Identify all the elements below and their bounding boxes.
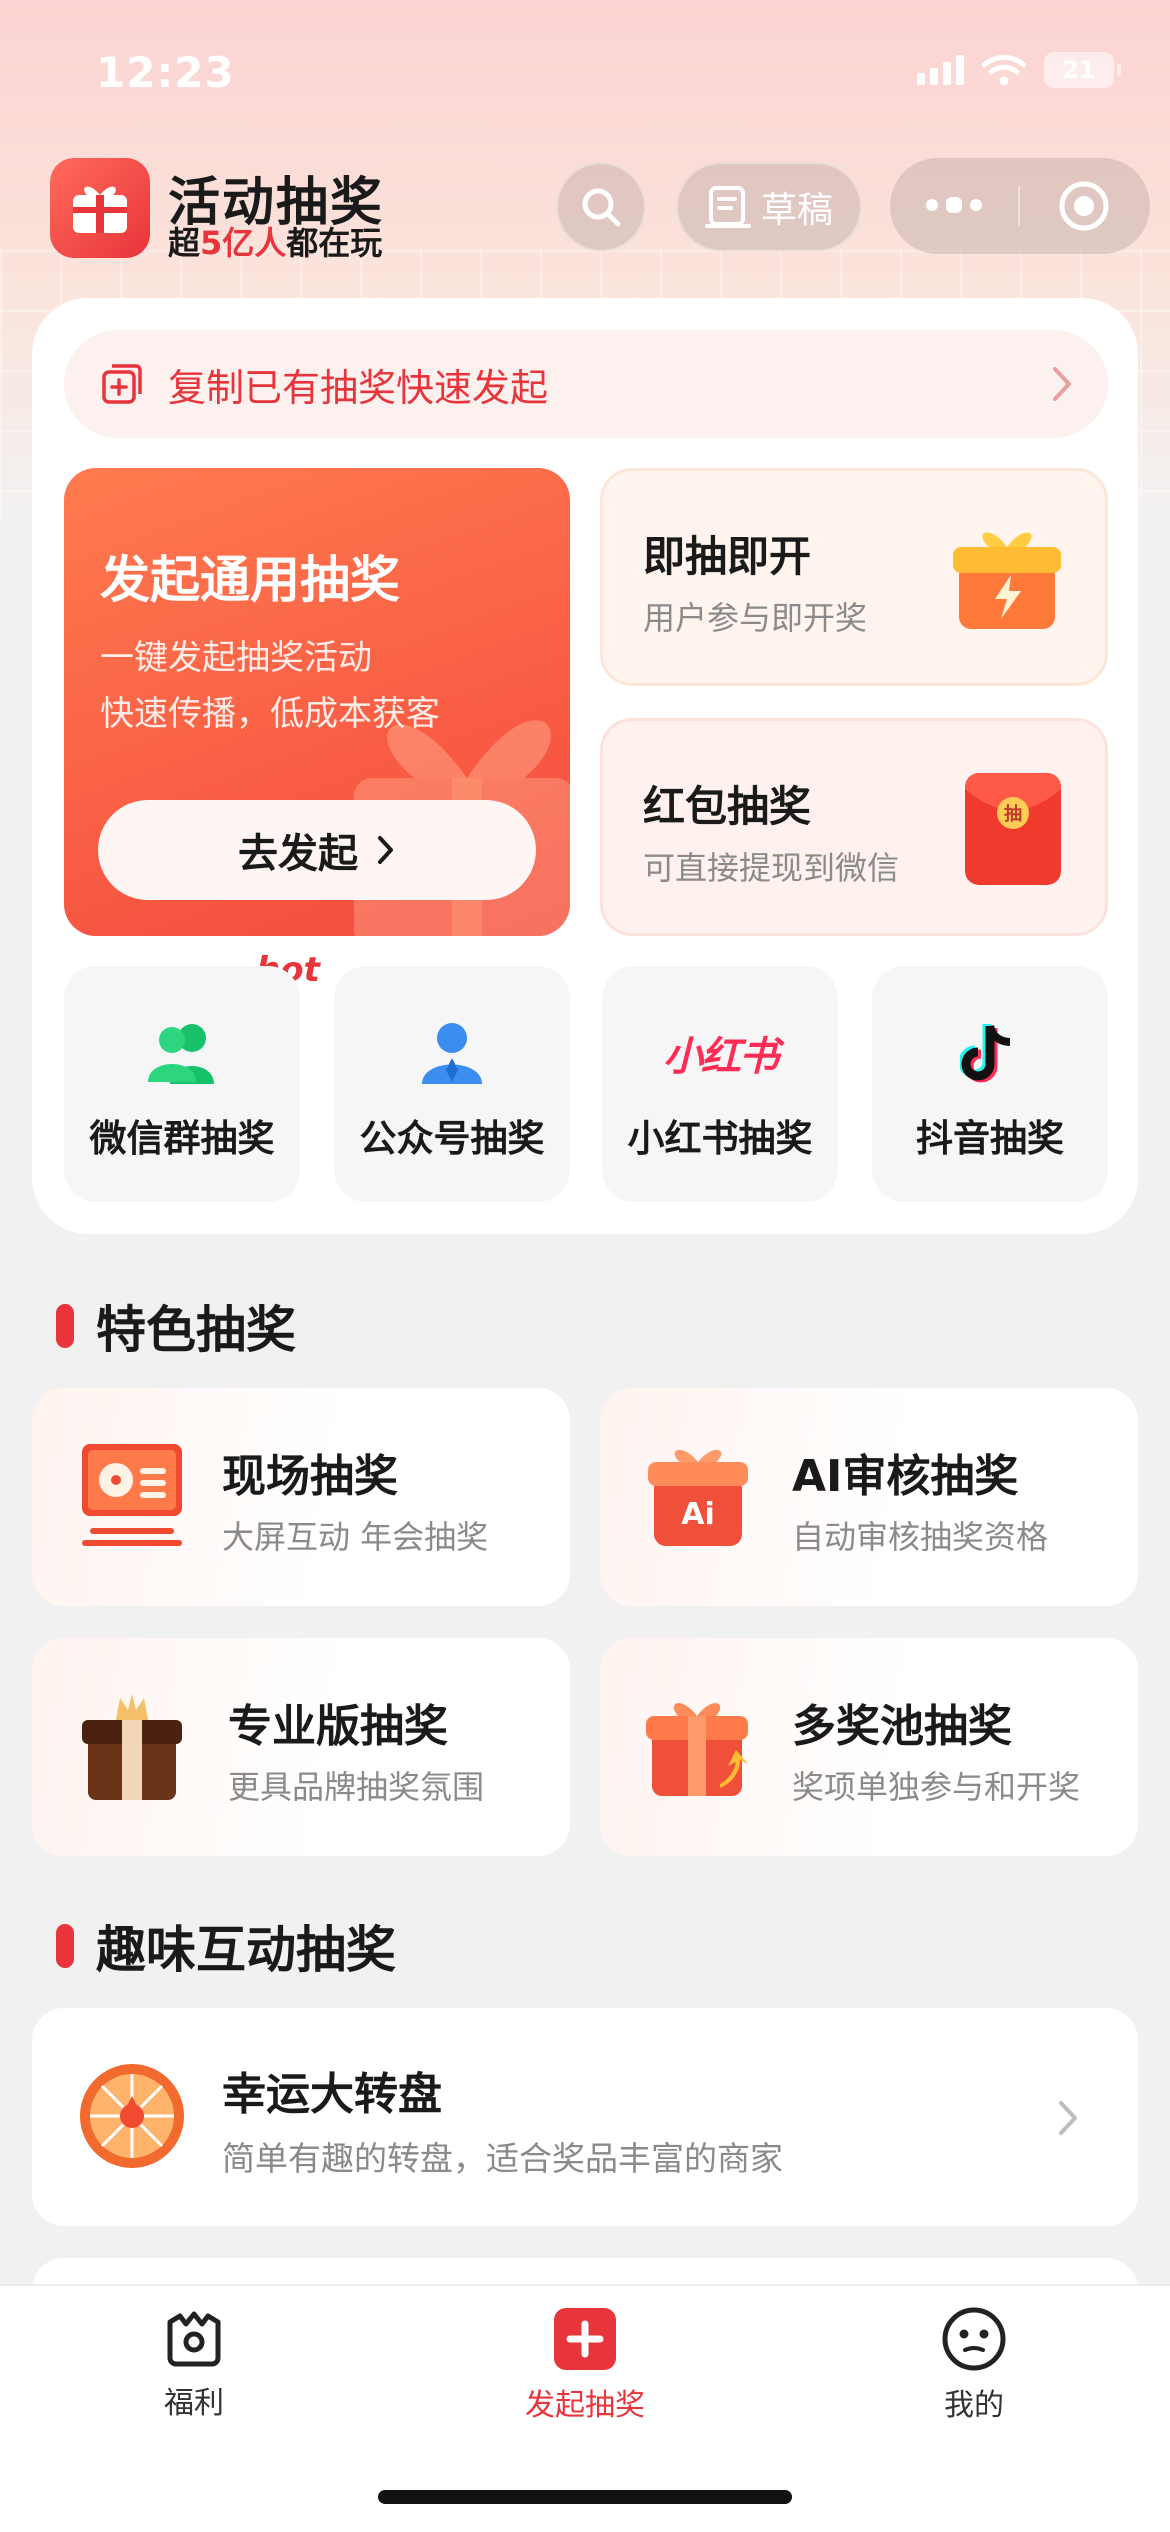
pro-gift-icon <box>82 1694 182 1800</box>
onsite-lottery-card[interactable]: 现场抽奖 大屏互动 年会抽奖 <box>32 1388 570 1606</box>
xiaohongshu-lottery-tile[interactable]: 小红书 小红书抽奖 <box>602 966 838 1202</box>
red-packet-title: 红包抽奖 <box>643 782 812 831</box>
app-logo-icon <box>50 158 150 258</box>
red-envelope-icon: 抽 <box>965 773 1061 885</box>
svg-text:Ai: Ai <box>681 1497 715 1532</box>
xiaohongshu-logo-icon: 小红书 <box>663 1034 779 1080</box>
douyin-lottery-tile[interactable]: 抖音抽奖 <box>872 966 1108 1202</box>
tab-welfare[interactable]: 福利 <box>94 2306 294 2422</box>
multi-pool-lottery-subtitle: 奖项单独参与和开奖 <box>792 1768 1081 1806</box>
multi-pool-lottery-card[interactable]: 多奖池抽奖 奖项单独参与和开奖 <box>600 1638 1138 1856</box>
plus-square-icon <box>554 2308 616 2370</box>
more-menu-icon[interactable] <box>890 197 1018 213</box>
wechat-group-label: 微信群抽奖 <box>89 1117 275 1160</box>
multi-gift-icon <box>646 1703 748 1796</box>
mini-program-capsule <box>890 158 1150 254</box>
douyin-label: 抖音抽奖 <box>916 1117 1064 1160</box>
copy-bar-text: 复制已有抽奖快速发起 <box>168 365 549 410</box>
brand-subtitle: 超5亿人都在玩 <box>168 224 383 262</box>
official-account-icon <box>422 1023 482 1084</box>
status-icons: 21 <box>917 52 1121 88</box>
chevron-right-icon <box>378 836 393 864</box>
battery-icon: 21 <box>1044 52 1121 88</box>
pro-lottery-subtitle: 更具品牌抽奖氛围 <box>228 1768 485 1806</box>
start-lottery-button[interactable]: 去发起 <box>98 800 536 900</box>
wechat-group-lottery-tile[interactable]: 微信群抽奖 <box>64 966 300 1202</box>
general-card-desc-2: 快速传播，低成本获客 <box>100 694 440 734</box>
red-packet-card[interactable]: 红包抽奖 可直接提现到微信 抽 <box>600 718 1108 936</box>
chevron-right-icon <box>1053 367 1071 401</box>
ai-review-lottery-title: AI审核抽奖 <box>792 1451 1019 1502</box>
copy-existing-lottery-bar[interactable]: 复制已有抽奖快速发起 <box>64 330 1108 438</box>
general-lottery-card[interactable]: 发起通用抽奖 一键发起抽奖活动 快速传播，低成本获客 去发起 <box>64 468 570 936</box>
official-account-label: 公众号抽奖 <box>359 1117 545 1160</box>
chevron-right-icon <box>1059 2101 1077 2135</box>
lucky-wheel-card[interactable]: 幸运大转盘 简单有趣的转盘，适合奖品丰富的商家 <box>32 2008 1138 2226</box>
search-button[interactable] <box>556 162 646 252</box>
multi-pool-lottery-title: 多奖池抽奖 <box>792 1701 1012 1752</box>
status-time: 12:23 <box>96 48 235 97</box>
lucky-wheel-subtitle: 简单有趣的转盘，适合奖品丰富的商家 <box>222 2139 783 2178</box>
douyin-logo-icon <box>960 1024 1011 1083</box>
section-marker <box>56 1924 74 1968</box>
pro-lottery-card[interactable]: 专业版抽奖 更具品牌抽奖氛围 <box>32 1638 570 1856</box>
general-card-title: 发起通用抽奖 <box>100 551 400 609</box>
gift-bag-icon <box>167 2311 221 2367</box>
copy-icon <box>102 364 142 404</box>
fun-section-title: 趣味互动抽奖 <box>96 1921 396 1979</box>
svg-text:抽: 抽 <box>1004 803 1022 825</box>
draft-button[interactable]: 草稿 <box>676 162 862 252</box>
tab-welfare-label: 福利 <box>164 2386 224 2421</box>
red-packet-subtitle: 可直接提现到微信 <box>643 849 900 887</box>
lucky-wheel-title: 幸运大转盘 <box>222 2069 442 2120</box>
smiley-face-icon <box>942 2307 1006 2371</box>
ai-gift-icon: Ai <box>648 1449 748 1546</box>
big-screen-icon <box>82 1444 182 1546</box>
home-indicator <box>378 2490 792 2504</box>
ai-review-lottery-subtitle: 自动审核抽奖资格 <box>792 1518 1049 1556</box>
tab-mine[interactable]: 我的 <box>874 2306 1074 2424</box>
xiaohongshu-label: 小红书抽奖 <box>627 1117 813 1160</box>
tab-start-lottery[interactable]: 发起抽奖 <box>485 2306 685 2424</box>
instant-draw-card[interactable]: 即抽即开 用户参与即开奖 <box>600 468 1108 686</box>
onsite-lottery-title: 现场抽奖 <box>222 1451 398 1502</box>
section-marker <box>56 1304 74 1348</box>
onsite-lottery-subtitle: 大屏互动 年会抽奖 <box>222 1518 489 1556</box>
close-program-icon[interactable] <box>1020 179 1148 233</box>
ai-review-lottery-card[interactable]: Ai AI审核抽奖 自动审核抽奖资格 <box>600 1388 1138 1606</box>
search-icon <box>582 188 621 227</box>
fun-section-heading: 趣味互动抽奖 <box>56 1910 396 1982</box>
brand-subtitle-highlight: 5亿人 <box>200 224 287 262</box>
tab-start-lottery-label: 发起抽奖 <box>525 2388 645 2423</box>
official-account-lottery-tile[interactable]: 公众号抽奖 <box>334 966 570 1202</box>
draft-icon <box>704 186 751 228</box>
tab-mine-label: 我的 <box>944 2388 1004 2423</box>
start-lottery-label: 去发起 <box>238 831 358 877</box>
lucky-wheel-icon <box>80 2064 184 2168</box>
featured-section-title: 特色抽奖 <box>96 1301 296 1359</box>
lightning-gift-icon <box>953 532 1061 629</box>
wechat-group-icon <box>148 1024 214 1084</box>
draft-label: 草稿 <box>760 190 833 231</box>
instant-draw-title: 即抽即开 <box>643 532 812 581</box>
instant-draw-subtitle: 用户参与即开奖 <box>643 599 868 637</box>
general-card-desc-1: 一键发起抽奖活动 <box>100 638 372 678</box>
pro-lottery-title: 专业版抽奖 <box>228 1701 448 1752</box>
signal-icon <box>917 55 964 85</box>
wifi-icon <box>982 54 1026 86</box>
featured-section-heading: 特色抽奖 <box>56 1290 296 1362</box>
